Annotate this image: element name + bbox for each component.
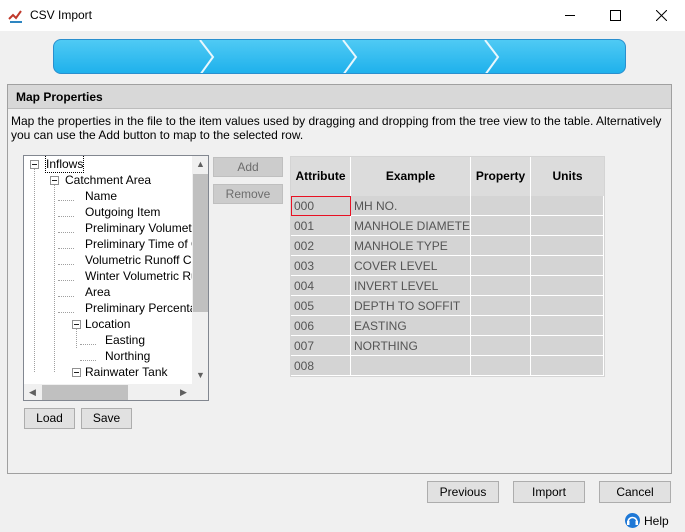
tree-node-winter-volumetric[interactable]: Winter Volumetric Run <box>85 268 204 284</box>
example-cell[interactable]: MH NO. <box>351 196 471 216</box>
units-cell[interactable] <box>531 216 604 236</box>
attribute-cell[interactable]: 002 <box>291 236 351 256</box>
attribute-cell[interactable]: 005 <box>291 296 351 316</box>
example-cell[interactable]: DEPTH TO SOFFIT <box>351 296 471 316</box>
tree-node-outgoing-item[interactable]: Outgoing Item <box>85 204 160 220</box>
property-cell[interactable] <box>471 236 531 256</box>
tree-connector <box>54 184 55 372</box>
tree-node-easting[interactable]: Easting <box>105 332 145 348</box>
properties-tree-view[interactable]: Inflows Catchment Area Name Outgoing Ite… <box>23 155 209 401</box>
previous-button[interactable]: Previous <box>427 481 499 503</box>
tree-node-preliminary-time[interactable]: Preliminary Time of Co <box>85 236 206 252</box>
map-properties-panel: Map Properties Map the properties in the… <box>7 84 672 474</box>
attribute-cell[interactable]: 001 <box>291 216 351 236</box>
mapping-table[interactable]: Attribute Example Property Units 000 MH … <box>290 156 605 377</box>
import-button[interactable]: Import <box>513 481 585 503</box>
example-cell[interactable] <box>351 356 471 376</box>
load-button[interactable]: Load <box>24 408 75 429</box>
section-title: Map Properties <box>16 90 103 104</box>
help-icon <box>625 513 640 528</box>
add-button[interactable]: Add <box>213 157 283 177</box>
collapse-catchment-toggle[interactable] <box>50 176 59 185</box>
tree-horizontal-scrollbar[interactable]: ◀ ▶ <box>24 384 192 400</box>
scroll-right-icon[interactable]: ▶ <box>175 384 192 400</box>
help-label[interactable]: Help <box>644 514 669 528</box>
tree-horizontal-scroll-thumb[interactable] <box>42 385 128 400</box>
tree-node-catchment-area[interactable]: Catchment Area <box>65 172 151 188</box>
units-cell[interactable] <box>531 276 604 296</box>
save-button[interactable]: Save <box>81 408 132 429</box>
scroll-up-icon[interactable]: ▲ <box>192 156 208 173</box>
current-cell-highlight <box>291 196 351 216</box>
units-cell[interactable] <box>531 296 604 316</box>
section-header: Map Properties <box>8 85 671 109</box>
maximize-icon <box>610 10 621 21</box>
property-cell[interactable] <box>471 336 531 356</box>
attribute-cell[interactable]: 006 <box>291 316 351 336</box>
attribute-cell[interactable]: 008 <box>291 356 351 376</box>
tree-vertical-scrollbar[interactable]: ▲ ▼ <box>192 156 208 384</box>
wizard-step-chevrons <box>199 40 500 73</box>
maximize-button[interactable] <box>593 0 639 31</box>
collapse-location-toggle[interactable] <box>72 320 81 329</box>
scroll-down-icon[interactable]: ▼ <box>192 367 208 384</box>
tree-connector <box>34 168 35 372</box>
remove-button[interactable]: Remove <box>213 184 283 204</box>
tree-vertical-scroll-thumb[interactable] <box>193 174 208 312</box>
units-cell[interactable] <box>531 356 604 376</box>
property-cell[interactable] <box>471 356 531 376</box>
attribute-cell[interactable]: 007 <box>291 336 351 356</box>
example-cell[interactable]: MANHOLE TYPE <box>351 236 471 256</box>
tree-node-inflows[interactable]: Inflows <box>44 156 85 173</box>
units-cell[interactable] <box>531 336 604 356</box>
column-header-attribute[interactable]: Attribute <box>291 157 351 196</box>
tree-node-preliminary-percentage[interactable]: Preliminary Percentage <box>85 300 208 316</box>
property-cell[interactable] <box>471 296 531 316</box>
units-cell[interactable] <box>531 256 604 276</box>
property-cell[interactable] <box>471 256 531 276</box>
tree-node-preliminary-volumetric[interactable]: Preliminary Volumetric <box>85 220 204 236</box>
example-cell[interactable]: COVER LEVEL <box>351 256 471 276</box>
property-cell[interactable] <box>471 316 531 336</box>
tree-node-location[interactable]: Location <box>85 316 130 332</box>
minimize-icon <box>565 15 575 16</box>
title-bar: CSV Import <box>0 0 685 31</box>
tree-node-rainwater-tank[interactable]: Rainwater Tank <box>85 364 168 380</box>
wizard-progress-bar <box>53 39 626 74</box>
csv-import-app-icon <box>8 10 22 23</box>
example-cell[interactable]: NORTHING <box>351 336 471 356</box>
collapse-rainwater-toggle[interactable] <box>72 368 81 377</box>
cancel-button[interactable]: Cancel <box>599 481 671 503</box>
collapse-inflows-toggle[interactable] <box>30 160 39 169</box>
column-header-property[interactable]: Property <box>471 157 531 196</box>
example-cell[interactable]: EASTING <box>351 316 471 336</box>
scroll-left-icon[interactable]: ◀ <box>24 384 41 400</box>
tree-node-name[interactable]: Name <box>85 188 117 204</box>
units-cell[interactable] <box>531 236 604 256</box>
tree-node-area[interactable]: Area <box>85 284 110 300</box>
instructions-text: Map the properties in the file to the it… <box>11 114 662 142</box>
example-cell[interactable]: INVERT LEVEL <box>351 276 471 296</box>
close-button[interactable] <box>639 0 685 31</box>
tree-connector <box>76 328 77 348</box>
property-cell[interactable] <box>471 196 531 216</box>
property-cell[interactable] <box>471 216 531 236</box>
window-title: CSV Import <box>30 8 93 22</box>
minimize-button[interactable] <box>548 0 594 31</box>
units-cell[interactable] <box>531 196 604 216</box>
units-cell[interactable] <box>531 316 604 336</box>
property-cell[interactable] <box>471 276 531 296</box>
column-header-units[interactable]: Units <box>531 157 604 196</box>
tree-node-northing[interactable]: Northing <box>105 348 150 364</box>
attribute-cell[interactable]: 004 <box>291 276 351 296</box>
tree-node-volumetric-runoff[interactable]: Volumetric Runoff Coe <box>85 252 205 268</box>
close-icon <box>656 10 667 21</box>
attribute-cell[interactable]: 003 <box>291 256 351 276</box>
example-cell[interactable]: MANHOLE DIAMETER <box>351 216 471 236</box>
column-header-example[interactable]: Example <box>351 157 471 196</box>
scrollbar-corner <box>192 384 208 400</box>
